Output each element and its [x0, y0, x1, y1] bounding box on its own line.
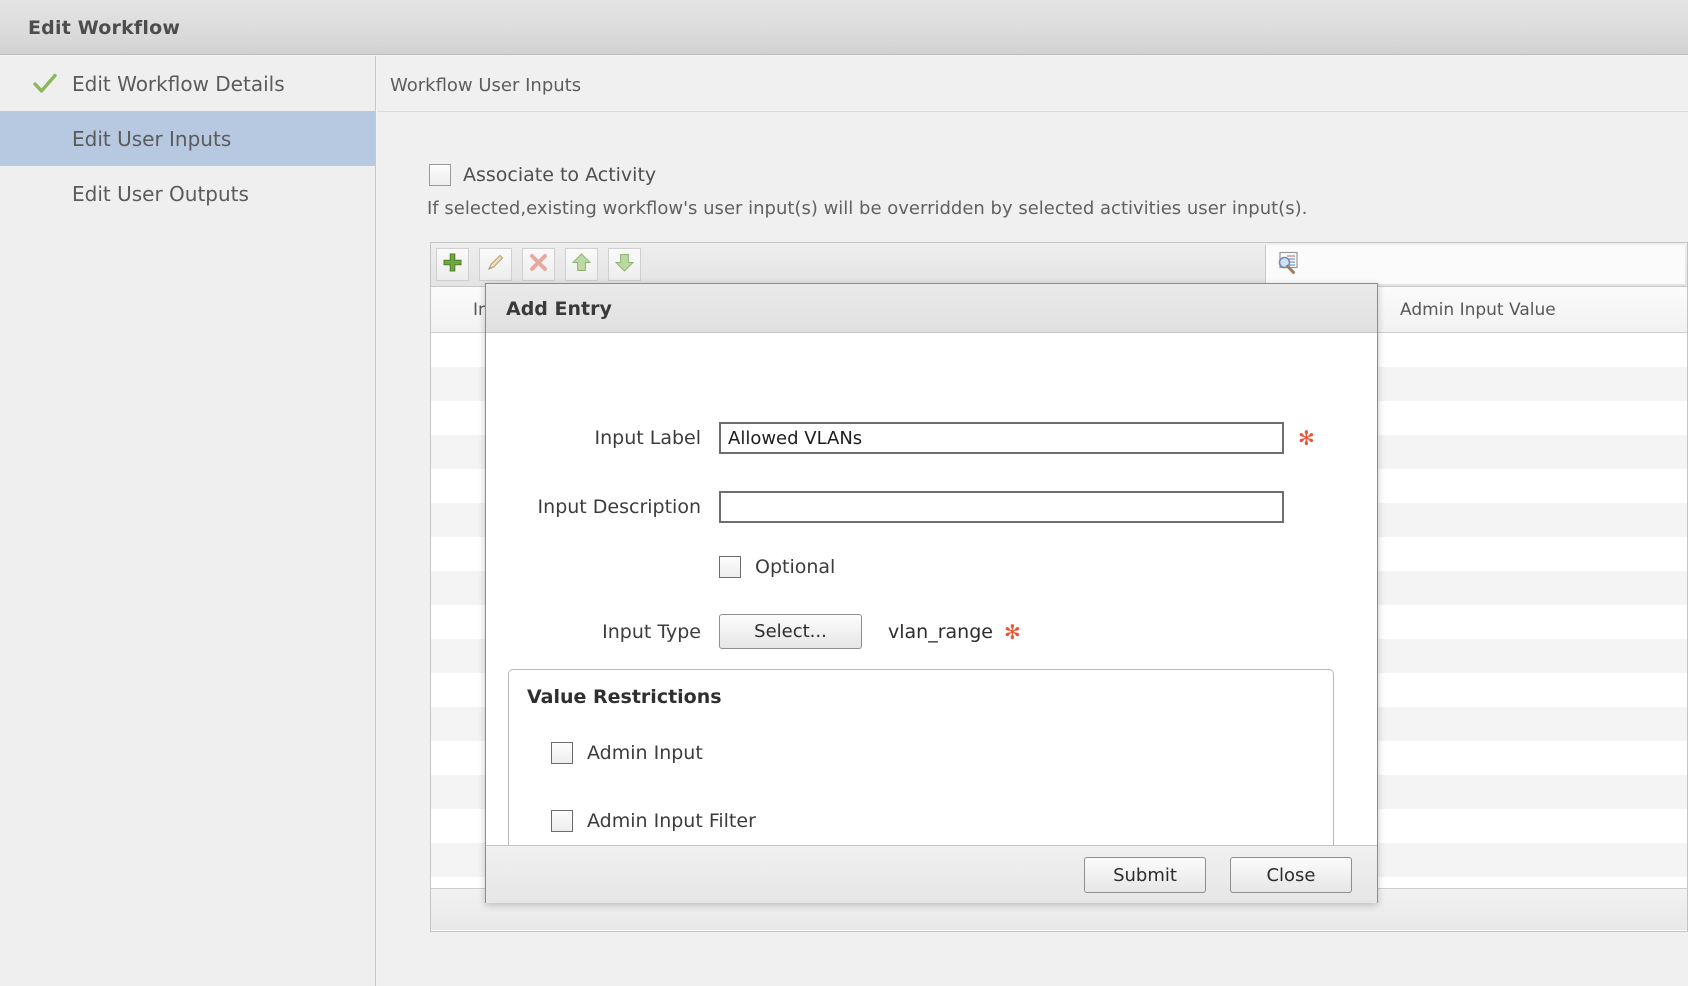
sidebar-item-edit-workflow-details[interactable]: Edit Workflow Details	[0, 56, 375, 111]
pencil-icon	[485, 252, 506, 277]
dialog-title: Add Entry	[506, 298, 612, 320]
sidebar-item-edit-user-inputs[interactable]: Edit User Inputs	[0, 111, 375, 166]
admin-input-label: Admin Input	[587, 742, 703, 764]
input-label-field[interactable]	[719, 422, 1284, 454]
window-title: Edit Workflow	[28, 17, 181, 39]
edit-workflow-window: Edit Workflow Edit Workflow Details Edit…	[0, 0, 1688, 986]
search-list-icon[interactable]	[1275, 250, 1301, 280]
x-icon	[528, 252, 549, 277]
wizard-sidebar: Edit Workflow Details Edit User Inputs E…	[0, 56, 376, 986]
move-down-button[interactable]	[608, 248, 641, 281]
input-description-field[interactable]	[719, 491, 1284, 523]
associate-to-activity-checkbox[interactable]	[429, 164, 451, 186]
admin-input-filter-checkbox[interactable]	[551, 810, 573, 832]
optional-row[interactable]: Optional	[719, 556, 835, 578]
input-type-label: Input Type	[602, 620, 701, 643]
content-header: Workflow User Inputs	[377, 56, 1688, 112]
submit-button[interactable]: Submit	[1084, 857, 1206, 893]
optional-label: Optional	[755, 556, 836, 578]
input-description-row: Input Description	[486, 491, 1339, 523]
dialog-body: Input Label ✻ Input Description Optional…	[486, 333, 1377, 865]
sidebar-item-edit-user-outputs[interactable]: Edit User Outputs	[0, 166, 375, 221]
delete-button[interactable]	[522, 248, 555, 281]
admin-input-checkbox[interactable]	[551, 742, 573, 764]
close-button[interactable]: Close	[1230, 857, 1352, 893]
associate-to-activity-label: Associate to Activity	[463, 164, 657, 186]
value-restrictions-fieldset: Value Restrictions Admin Input Admin Inp…	[508, 669, 1334, 865]
window-titlebar: Edit Workflow	[0, 0, 1688, 55]
grid-column-admin-input-value: Admin Input Value	[1400, 300, 1556, 320]
arrow-down-icon	[614, 252, 635, 277]
admin-input-filter-label: Admin Input Filter	[587, 810, 756, 832]
dialog-titlebar: Add Entry	[486, 284, 1377, 333]
move-up-button[interactable]	[565, 248, 598, 281]
add-entry-dialog: Add Entry Input Label ✻ Input Descriptio…	[485, 283, 1378, 903]
required-asterisk-icon: ✻	[1003, 619, 1021, 644]
input-type-value: vlan_range	[888, 620, 993, 643]
input-label-row: Input Label ✻	[486, 422, 1339, 454]
sidebar-item-label: Edit Workflow Details	[72, 71, 285, 96]
input-type-row: Input Type Select... vlan_range ✻	[486, 614, 1021, 649]
check-icon	[32, 71, 58, 97]
input-type-select-button[interactable]: Select...	[719, 614, 862, 649]
dialog-footer: Submit Close	[486, 845, 1377, 903]
admin-input-row[interactable]: Admin Input	[551, 742, 703, 764]
associate-to-activity-row[interactable]: Associate to Activity	[429, 164, 656, 186]
grid-toolbar	[431, 243, 1687, 287]
grid-search-box[interactable]	[1265, 245, 1685, 284]
optional-checkbox[interactable]	[719, 556, 741, 578]
add-button[interactable]	[436, 248, 469, 281]
admin-input-filter-row[interactable]: Admin Input Filter	[551, 810, 756, 832]
required-asterisk-icon: ✻	[1298, 426, 1315, 450]
page-title: Workflow User Inputs	[390, 75, 582, 96]
input-label-label: Input Label	[594, 427, 702, 449]
sidebar-item-label: Edit User Outputs	[72, 181, 249, 206]
plus-icon	[442, 252, 463, 277]
arrow-up-icon	[571, 252, 592, 277]
associate-to-activity-note: If selected,existing workflow's user inp…	[427, 198, 1308, 219]
input-description-label: Input Description	[537, 496, 701, 518]
value-restrictions-title: Value Restrictions	[527, 686, 722, 708]
sidebar-item-label: Edit User Inputs	[72, 126, 232, 151]
edit-button[interactable]	[479, 248, 512, 281]
